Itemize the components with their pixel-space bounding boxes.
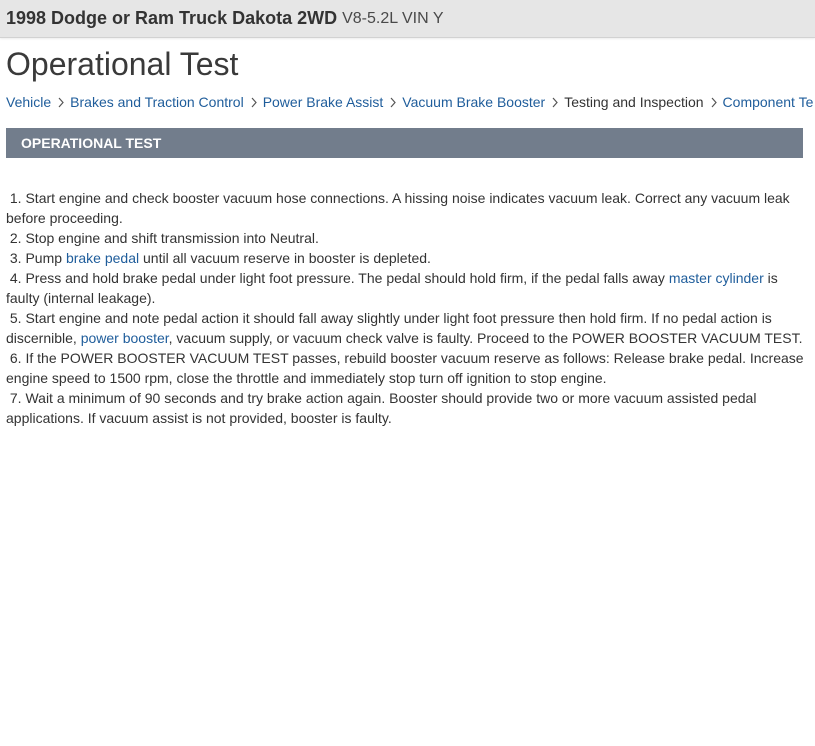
step-text: Start engine and check booster vacuum ho… bbox=[6, 190, 790, 226]
breadcrumb-item-vacuum-brake-booster[interactable]: Vacuum Brake Booster bbox=[402, 94, 545, 110]
page-title: Operational Test bbox=[6, 46, 239, 82]
step-text: Stop engine and shift transmission into … bbox=[25, 230, 319, 246]
chevron-right-icon bbox=[251, 97, 257, 108]
step-number: 1. bbox=[6, 190, 26, 206]
step-text: Wait a minimum of 90 seconds and try bra… bbox=[6, 390, 757, 426]
chevron-right-icon bbox=[390, 97, 397, 108]
breadcrumb-item-vehicle[interactable]: Vehicle bbox=[6, 94, 51, 110]
step-item: 1. Start engine and check booster vacuum… bbox=[6, 188, 806, 228]
breadcrumb-item-component-tests[interactable]: Component Te bbox=[723, 94, 814, 110]
vehicle-title: 1998 Dodge or Ram Truck Dakota 2WD bbox=[6, 8, 338, 28]
chevron-right-icon bbox=[552, 97, 559, 108]
step-number: 5. bbox=[6, 310, 26, 326]
steps-list: 1. Start engine and check booster vacuum… bbox=[6, 188, 806, 428]
step-number: 6. bbox=[6, 350, 26, 366]
vehicle-engine: V8-5.2L VIN Y bbox=[342, 9, 444, 27]
section-header: OPERATIONAL TEST bbox=[6, 128, 803, 158]
step-number: 4. bbox=[6, 270, 26, 286]
step-text: Press and hold brake pedal under light f… bbox=[25, 270, 669, 286]
step-number: 3. bbox=[6, 250, 26, 266]
chevron-right-icon bbox=[58, 97, 64, 108]
step-item: 3. Pump brake pedal until all vacuum res… bbox=[6, 248, 806, 268]
chevron-right-icon bbox=[711, 97, 717, 108]
step-item: 2. Stop engine and shift transmission in… bbox=[6, 228, 806, 248]
breadcrumb-item-brakes[interactable]: Brakes and Traction Control bbox=[70, 94, 244, 110]
breadcrumb-item-testing-inspection: Testing and Inspection bbox=[564, 94, 704, 110]
step-number: 7. bbox=[6, 390, 26, 406]
step-text: If the POWER BOOSTER VACUUM TEST passes,… bbox=[6, 350, 804, 386]
step-text: until all vacuum reserve in booster is d… bbox=[139, 250, 431, 266]
vehicle-header-bar: 1998 Dodge or Ram Truck Dakota 2WD V8-5.… bbox=[0, 0, 815, 38]
breadcrumb-item-power-brake-assist[interactable]: Power Brake Assist bbox=[263, 94, 384, 110]
step-number: 2. bbox=[6, 230, 26, 246]
step-item: 6. If the POWER BOOSTER VACUUM TEST pass… bbox=[6, 348, 806, 388]
breadcrumb: Vehicle Brakes and Traction Control Powe… bbox=[6, 94, 815, 110]
step-item: 4. Press and hold brake pedal under ligh… bbox=[6, 268, 806, 308]
brake-pedal-link[interactable]: brake pedal bbox=[66, 250, 139, 266]
step-text: Pump bbox=[25, 250, 66, 266]
master-cylinder-link[interactable]: master cylinder bbox=[669, 270, 764, 286]
power-booster-link[interactable]: power booster bbox=[81, 330, 169, 346]
step-item: 5. Start engine and note pedal action it… bbox=[6, 308, 806, 348]
step-text: , vacuum supply, or vacuum check valve i… bbox=[168, 330, 803, 346]
step-item: 7. Wait a minimum of 90 seconds and try … bbox=[6, 388, 806, 428]
